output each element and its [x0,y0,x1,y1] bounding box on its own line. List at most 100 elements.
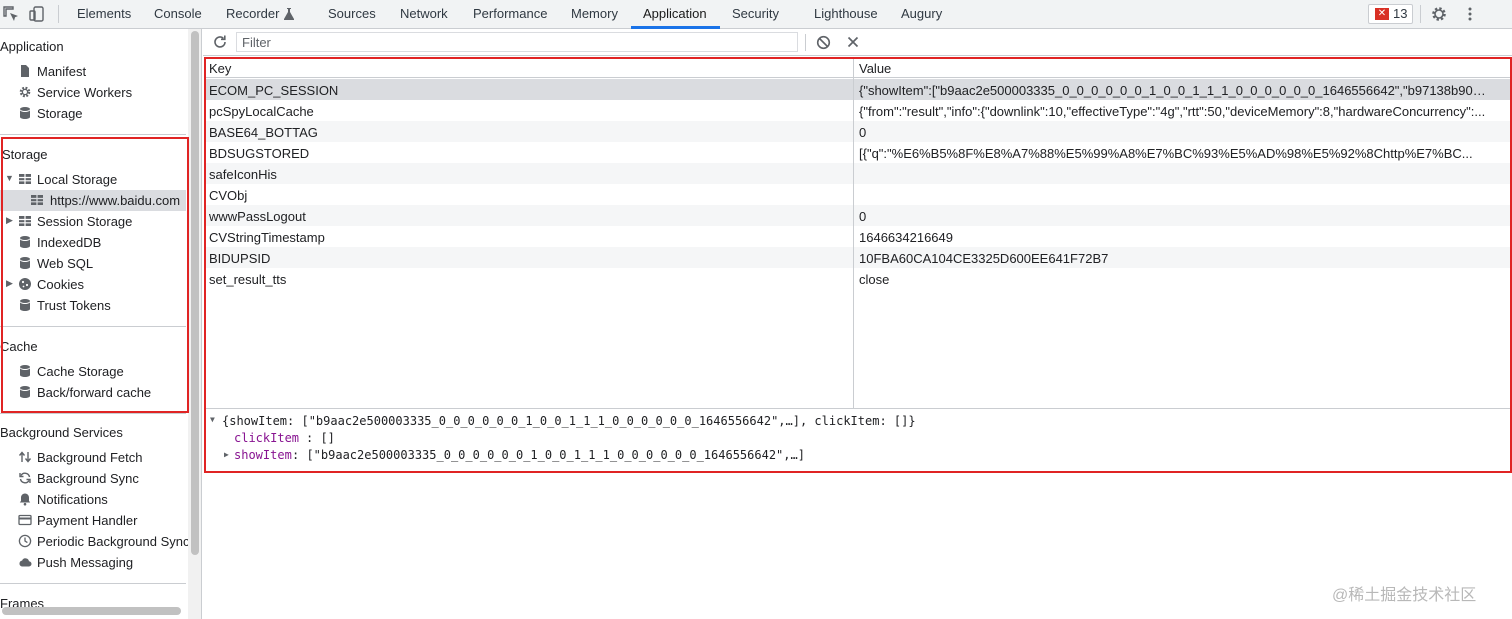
sidebar-item-payment-handler[interactable]: Payment Handler [0,510,186,531]
database-icon [20,107,30,119]
section-title-application: Application [0,39,64,54]
sidebar-item-label: Payment Handler [37,513,138,528]
sidebar-item-periodic-background-sync[interactable]: Periodic Background Sync [0,531,190,552]
sidebar-item-cookies[interactable]: ▶ Cookies [0,274,186,295]
sidebar-item-label: Notifications [37,492,108,507]
table-row[interactable]: BASE64_BOTTAG 0 [205,121,1512,142]
delete-selected-icon[interactable] [847,36,859,48]
table-row-selected[interactable]: ECOM_PC_SESSION {"showItem":["b9aac2e500… [205,79,1512,100]
sidebar-item-label: Manifest [37,64,87,79]
sync-icon [19,472,31,484]
toolbar-divider [1420,5,1421,23]
expand-triangle-icon[interactable]: ▼ [5,173,14,183]
tab-sources[interactable]: Sources [328,0,376,29]
table-grid-icon [19,174,31,184]
tab-performance[interactable]: Performance [473,0,547,29]
filter-input[interactable] [236,32,798,52]
bell-icon [19,493,31,506]
database-icon [20,257,30,269]
sidebar-item-label: IndexedDB [37,235,102,250]
table-row[interactable]: CVObj [205,184,1512,205]
table-row[interactable]: CVStringTimestamp 1646634216649 [205,226,1512,247]
up-down-arrows-icon [18,451,32,463]
sidebar-item-storage[interactable]: Storage [0,103,186,124]
table-row[interactable]: safeIconHis [205,163,1512,184]
row-key: pcSpyLocalCache [209,104,314,119]
row-value: 10FBA60CA104CE3325D600EE641F72B7 [859,251,1109,266]
expand-triangle-icon[interactable]: ▶ [6,278,13,289]
credit-card-icon [18,514,32,526]
sidebar-item-trust-tokens[interactable]: Trust Tokens [0,295,186,316]
sidebar-item-local-storage[interactable]: ▼ Local Storage [0,169,186,190]
collapse-triangle-icon[interactable]: ▼ [210,415,215,424]
sidebar-item-label: Storage [37,106,83,121]
expand-triangle-icon[interactable]: ▶ [6,215,13,226]
sidebar-horizontal-scrollbar[interactable] [2,607,181,615]
table-row[interactable]: set_result_tts close [205,268,1512,289]
section-divider [0,326,186,327]
sidebar-item-notifications[interactable]: Notifications [0,489,186,510]
section-divider [0,583,186,584]
tab-elements[interactable]: Elements [77,0,131,29]
sidebar-item-cache-storage[interactable]: Cache Storage [0,361,186,382]
tab-console[interactable]: Console [154,0,202,29]
flask-icon [284,8,294,20]
column-header-key[interactable]: Key [209,61,849,76]
sidebar-vertical-scrollbar-thumb[interactable] [191,31,199,555]
table-row[interactable]: wwwPassLogout 0 [205,205,1512,226]
sidebar-item-label: Local Storage [37,172,118,187]
sidebar-item-push-messaging[interactable]: Push Messaging [0,552,186,573]
tab-lighthouse[interactable]: Lighthouse [814,0,878,29]
settings-gear-icon[interactable] [1430,5,1448,23]
toolbar-divider [58,5,59,23]
sidebar-item-label: Push Messaging [37,555,134,570]
sidebar-item-label: https://www.baidu.com [50,193,181,208]
table-row[interactable]: BIDUPSID 10FBA60CA104CE3325D600EE641F72B… [205,247,1512,268]
column-header-value[interactable]: Value [859,61,1491,76]
tab-security[interactable]: Security [732,0,779,29]
sidebar-item-background-fetch[interactable]: Background Fetch [0,447,186,468]
sidebar-item-service-workers[interactable]: Service Workers [0,82,186,103]
sidebar-item-indexeddb[interactable]: IndexedDB [0,232,186,253]
value-preview-pane: ▼ {showItem: ["b9aac2e500003335_0_0_0_0_… [205,408,1512,472]
more-options-icon[interactable] [1461,5,1479,23]
row-key: BASE64_BOTTAG [209,125,318,140]
column-divider[interactable] [853,57,854,408]
toolbar-divider [805,34,806,51]
devtools-toolbar: Elements Console Recorder Sources Networ… [0,0,1512,29]
device-toolbar-icon[interactable] [28,5,46,23]
sidebar-item-baidu-local-storage[interactable]: https://www.baidu.com [0,190,186,211]
sidebar-item-label: Periodic Background Sync [37,534,190,549]
database-icon [20,236,30,248]
row-value: 0 [859,125,867,140]
row-key: ECOM_PC_SESSION [209,83,339,98]
sidebar-item-web-sql[interactable]: Web SQL [0,253,186,274]
tab-augury[interactable]: Augury [901,0,942,29]
watermark-text: @稀土掘金技术社区 [1332,587,1477,604]
row-key: safeIconHis [209,167,277,182]
sidebar-item-manifest[interactable]: Manifest [0,61,186,82]
sidebar-item-back-forward-cache[interactable]: Back/forward cache [0,382,186,403]
error-count: 13 [1393,6,1408,21]
gear-icon [19,86,31,98]
cookie-icon [19,278,31,290]
tab-recorder[interactable]: Recorder [226,0,279,29]
sidebar-item-session-storage[interactable]: ▶ Session Storage [0,211,186,232]
tab-application[interactable]: Application [643,0,707,29]
inspect-element-icon[interactable] [2,5,20,23]
tab-memory[interactable]: Memory [571,0,618,29]
database-icon [20,365,30,377]
preview-object-summary[interactable]: {showItem: ["b9aac2e500003335_0_0_0_0_0_… [222,414,916,428]
clock-icon [18,534,32,548]
refresh-icon[interactable] [212,34,228,50]
section-title-cache: Cache [0,339,38,354]
table-row[interactable]: pcSpyLocalCache {"from":"result","info":… [205,100,1512,121]
row-value: 0 [859,209,867,224]
sidebar-item-background-sync[interactable]: Background Sync [0,468,186,489]
tab-network[interactable]: Network [400,0,448,29]
table-row[interactable]: BDSUGSTORED [{"q":"%E6%B5%8F%E8%A7%88%E5… [205,142,1512,163]
expand-triangle-icon[interactable]: ▶ [224,450,229,459]
error-count-badge[interactable]: ✕ 13 [1368,4,1413,24]
clear-all-icon[interactable] [816,35,831,50]
preview-property-key[interactable]: showItem [234,448,292,462]
